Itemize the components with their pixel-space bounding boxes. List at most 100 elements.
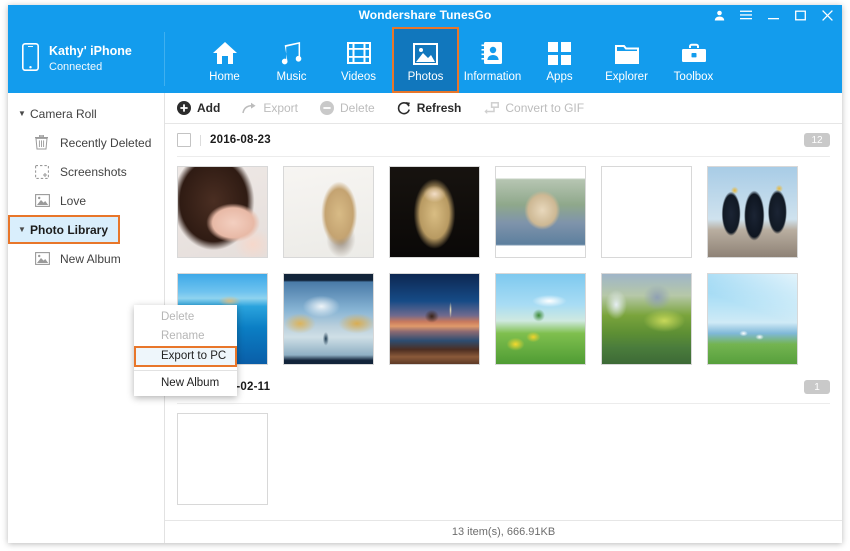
toolbar: Add Export Delete [165,93,842,124]
home-icon [212,37,238,65]
menu-icon[interactable] [739,7,753,23]
tab-photos[interactable]: Photos [392,27,459,93]
tab-home[interactable]: Home [191,27,258,93]
context-menu-item-new-album[interactable]: New Album [134,374,237,393]
export-button-label: Export [263,101,298,115]
screenshot-icon [35,165,55,179]
tab-information[interactable]: Information [459,27,526,93]
tab-music-label: Music [276,71,306,83]
tab-music[interactable]: Music [258,27,325,93]
sidebar-item-recently-deleted-label: Recently Deleted [60,136,151,150]
film-strip-icon [347,37,371,65]
date-group-header: 2016-08-23 12 [177,124,830,157]
caret-down-icon: ▼ [18,110,30,118]
folder-icon [614,37,640,65]
tab-apps[interactable]: Apps [526,27,593,93]
tab-videos[interactable]: Videos [325,27,392,93]
photo-thumb-swan-lake[interactable] [707,273,798,365]
photo-grid [177,404,830,511]
sidebar-item-camera-roll[interactable]: ▼ Camera Roll [8,99,164,128]
sidebar-item-screenshots-label: Screenshots [60,165,127,179]
context-menu-item-export-to-pc[interactable]: Export to PC [134,346,237,367]
context-menu-item-delete[interactable]: Delete [134,308,237,327]
tab-information-label: Information [464,71,522,83]
divider [134,370,237,371]
window-controls [712,7,834,23]
toolbox-icon [681,37,707,65]
convert-gif-icon [483,102,499,115]
refresh-button-label: Refresh [417,101,462,115]
photo-thumb-penguins[interactable] [707,166,798,258]
refresh-button[interactable]: Refresh [397,101,462,115]
photo-thumb-puppy-shih-tzu[interactable] [495,166,586,258]
photo-thumb-koala[interactable] [177,413,268,505]
photo-thumb-sunflower-field[interactable] [495,273,586,365]
date-group-count: 1 [804,380,830,394]
tab-photos-label: Photos [408,71,444,83]
tab-videos-label: Videos [341,71,376,83]
app-header: Kathy' iPhone Connected Home Music [8,27,842,93]
title-bar: Wondershare TunesGo [8,5,842,27]
add-button-label: Add [197,101,220,115]
sidebar-item-love[interactable]: Love [8,186,164,215]
context-menu-item-rename[interactable]: Rename [134,327,237,346]
select-group-checkbox[interactable] [177,133,191,147]
date-group-count: 12 [804,133,830,147]
sidebar-item-new-album[interactable]: New Album [8,244,164,273]
context-menu: Delete Rename Export to PC New Album [134,305,237,396]
convert-to-gif-button[interactable]: Convert to GIF [483,101,584,115]
convert-to-gif-button-label: Convert to GIF [505,101,584,115]
photo-thumb-autumn-lake[interactable] [283,273,374,365]
album-icon [35,252,55,265]
sidebar-item-new-album-label: New Album [60,252,121,266]
sidebar-item-recently-deleted[interactable]: Recently Deleted [8,128,164,157]
delete-button-label: Delete [340,101,375,115]
delete-button[interactable]: Delete [320,101,375,115]
tab-explorer[interactable]: Explorer [593,27,660,93]
apps-grid-icon [548,37,571,65]
add-button[interactable]: Add [177,101,220,115]
photo-thumb-puppy-white[interactable] [601,166,692,258]
minus-circle-icon [320,101,334,115]
device-info[interactable]: Kathy' iPhone Connected [8,32,165,86]
app-body: ▼ Camera Roll Recently Deleted Screensho… [8,93,842,543]
refresh-icon [397,101,411,115]
main-navigation: Home Music [165,27,727,93]
photo-thumb-portrait-brunette[interactable] [177,166,268,258]
trash-icon [35,135,55,150]
sidebar-item-photo-library-label: Photo Library [30,223,108,237]
album-icon [35,194,55,207]
tab-toolbox[interactable]: Toolbox [660,27,727,93]
application-window: Wondershare TunesGo [8,5,842,543]
tab-apps-label: Apps [546,71,572,83]
sidebar-item-camera-roll-label: Camera Roll [30,107,97,121]
photo-content-area: 2016-08-23 12 [165,124,842,520]
close-button[interactable] [820,7,834,23]
photo-thumb-portrait-blonde-sketch[interactable] [283,166,374,258]
status-text: 13 item(s), 666.91KB [452,526,555,538]
device-name: Kathy' iPhone [49,43,132,60]
photo-thumb-pier-sunset[interactable] [389,273,480,365]
status-bar: 13 item(s), 666.91KB [165,520,842,543]
sidebar-item-love-label: Love [60,194,86,208]
music-note-icon [280,37,304,65]
tab-home-label: Home [209,71,240,83]
photo-thumb-waterfall-valley[interactable] [601,273,692,365]
date-group-header: 2008-02-11 1 [177,371,830,404]
maximize-button[interactable] [793,7,807,23]
minimize-button[interactable] [766,7,780,23]
photo-thumb-portrait-blonde-dark[interactable] [389,166,480,258]
sidebar-item-screenshots[interactable]: Screenshots [8,157,164,186]
phone-icon [22,43,39,76]
main-panel: Add Export Delete [165,93,842,543]
date-group-label: 2016-08-23 [210,134,271,146]
export-button[interactable]: Export [242,101,298,115]
sidebar-item-photo-library[interactable]: ▼ Photo Library [8,215,120,244]
account-icon[interactable] [712,7,726,23]
contacts-icon [481,37,505,65]
tab-explorer-label: Explorer [605,71,648,83]
plus-circle-icon [177,101,191,115]
divider [200,135,201,146]
tab-toolbox-label: Toolbox [674,71,714,83]
photo-grid [177,157,830,371]
